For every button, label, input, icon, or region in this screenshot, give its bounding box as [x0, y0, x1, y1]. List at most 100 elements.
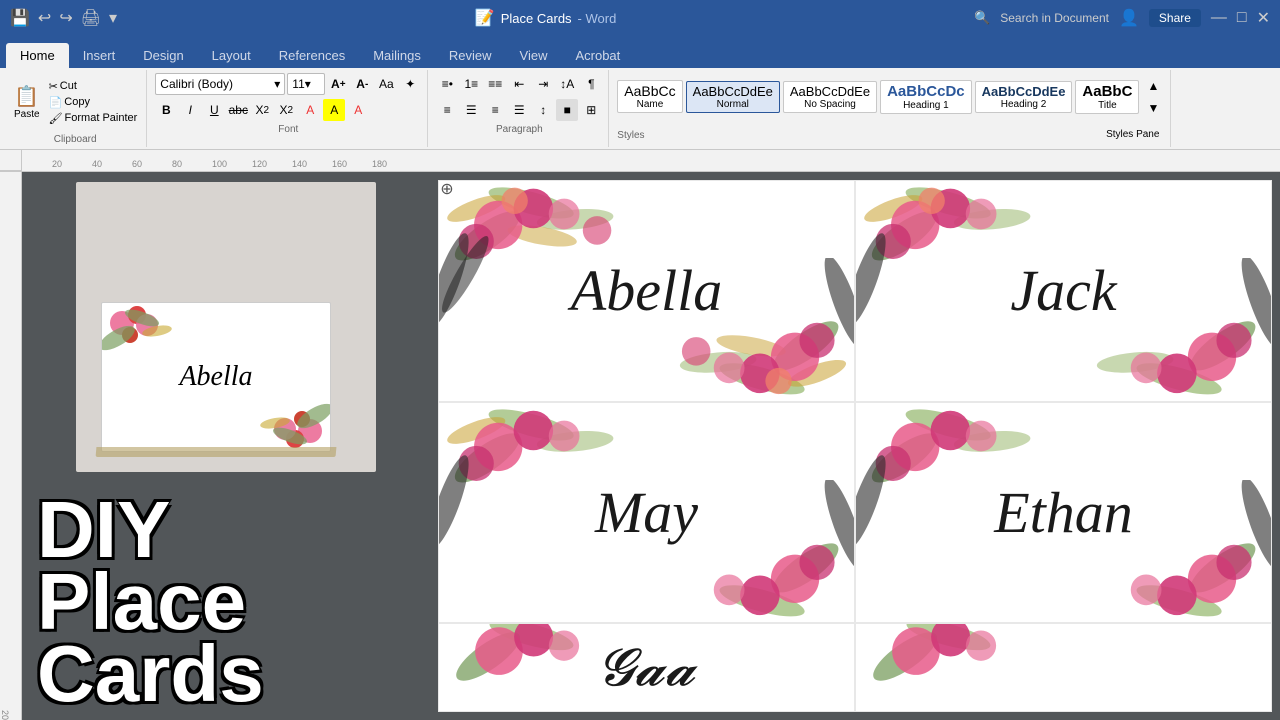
thumb-floral-br — [240, 381, 330, 451]
ruler-120: 120 — [252, 159, 292, 169]
styles-down-btn[interactable]: ▼ — [1142, 97, 1164, 119]
clipboard-group-content: 📋 Paste ✂ Cut 📄 Copy 🖌 Format Painter — [10, 72, 140, 132]
floral-tl-bottom-right — [856, 624, 1084, 711]
font-group: Calibri (Body) ▾ 11 ▾ A+ A- Aa ✦ B I U a… — [149, 70, 428, 147]
card-name-abella: Abella — [571, 257, 722, 324]
ruler-140: 140 — [292, 159, 332, 169]
styles-up-btn[interactable]: ▲ — [1142, 75, 1164, 97]
minimize-button[interactable]: — — [1211, 9, 1227, 27]
card-name-jack: Jack — [1010, 257, 1116, 324]
quick-access-undo[interactable]: ↩ — [38, 8, 51, 28]
justify-btn[interactable]: ☰ — [508, 99, 530, 121]
increase-font-btn[interactable]: A+ — [327, 73, 349, 95]
search-bar[interactable]: Search in Document — [1000, 11, 1109, 25]
maximize-button[interactable]: □ — [1237, 9, 1247, 27]
font-size-select[interactable]: 11 ▾ — [287, 73, 325, 95]
tab-view[interactable]: View — [506, 43, 562, 68]
increase-indent-btn[interactable]: ⇥ — [532, 73, 554, 95]
line-spacing-btn[interactable]: ↕ — [532, 99, 554, 121]
styles-label: Styles — [617, 130, 644, 141]
tab-mailings[interactable]: Mailings — [359, 43, 435, 68]
close-button[interactable]: ✕ — [1257, 8, 1270, 28]
font-row-2: B I U abc X2 X2 A A A — [155, 98, 421, 122]
ruler-180: 180 — [372, 159, 412, 169]
decrease-indent-btn[interactable]: ⇤ — [508, 73, 530, 95]
multilevel-btn[interactable]: ≡≡ — [484, 73, 506, 95]
ribbon-tabs: Home Insert Design Layout References Mai… — [0, 36, 1280, 68]
title-bar-center: 📝 Place Cards - Word — [475, 8, 617, 28]
italic-btn[interactable]: I — [179, 99, 201, 121]
para-row-2: ≡ ☰ ≡ ☰ ↕ ■ ⊞ — [436, 98, 602, 122]
show-hide-btn[interactable]: ¶ — [580, 73, 602, 95]
copy-button[interactable]: 📄 Copy — [46, 95, 141, 110]
title-bar: 💾 ↩ ↪ 🖨 ▾ 📝 Place Cards - Word 🔍 Search … — [0, 0, 1280, 36]
quick-access-save[interactable]: 💾 — [10, 8, 30, 28]
style-heading1[interactable]: AaBbCcDc Heading 1 — [880, 80, 972, 114]
font-color-btn[interactable]: A — [299, 99, 321, 121]
paragraph-label: Paragraph — [496, 124, 543, 135]
title-word-app: - Word — [578, 11, 617, 26]
tab-review[interactable]: Review — [435, 43, 506, 68]
clear-format-btn[interactable]: ✦ — [399, 73, 421, 95]
search-icon[interactable]: 🔍 — [974, 10, 990, 26]
thumbnail-container: Abella — [76, 182, 376, 472]
highlight-btn[interactable]: A — [323, 99, 345, 121]
bold-btn[interactable]: B — [155, 99, 177, 121]
format-painter-button[interactable]: 🖌 Format Painter — [46, 111, 141, 126]
tab-references[interactable]: References — [265, 43, 359, 68]
document-title: Place Cards — [501, 11, 572, 26]
quick-access-print[interactable]: 🖨 — [81, 8, 101, 28]
quick-access-more[interactable]: ▾ — [109, 8, 117, 28]
ruler-corner — [0, 150, 22, 171]
quick-access-redo[interactable]: ↪ — [59, 8, 72, 28]
paragraph-group: ≡• 1≡ ≡≡ ⇤ ⇥ ↕A ¶ ≡ ☰ ≡ ☰ ↕ ■ ⊞ Paragrap… — [430, 70, 609, 147]
cut-button[interactable]: ✂ Cut — [46, 79, 141, 94]
decrease-font-btn[interactable]: A- — [351, 73, 373, 95]
strikethrough-btn[interactable]: abc — [227, 99, 249, 121]
style-heading2[interactable]: AaBbCcDdEe Heading 2 — [975, 81, 1073, 113]
tab-home[interactable]: Home — [6, 43, 69, 68]
share-button[interactable]: Share — [1149, 9, 1201, 27]
bullets-btn[interactable]: ≡• — [436, 73, 458, 95]
subscript-btn[interactable]: X2 — [251, 99, 273, 121]
align-left-btn[interactable]: ≡ — [436, 99, 458, 121]
style-name[interactable]: AaBbCc Name — [617, 80, 682, 113]
font-color-2-btn[interactable]: A — [347, 99, 369, 121]
word-icon: 📝 — [475, 8, 495, 28]
styles-pane-btn[interactable]: Styles Pane — [1101, 123, 1164, 145]
underline-btn[interactable]: U — [203, 99, 225, 121]
ruler-160: 160 — [332, 159, 372, 169]
change-case-btn[interactable]: Aa — [375, 73, 397, 95]
align-right-btn[interactable]: ≡ — [484, 99, 506, 121]
tab-insert[interactable]: Insert — [69, 43, 130, 68]
styles-gallery: AaBbCc Name AaBbCcDdEe Normal AaBbCcDdEe… — [617, 72, 1164, 121]
font-name-select[interactable]: Calibri (Body) ▾ — [155, 73, 285, 95]
style-no-spacing[interactable]: AaBbCcDdEe No Spacing — [783, 81, 877, 113]
ruler-20: 20 — [52, 159, 92, 169]
account-icon[interactable]: 👤 — [1119, 8, 1139, 28]
card-stand — [96, 447, 337, 457]
shading-btn[interactable]: ■ — [556, 99, 578, 121]
card-name-bottom-left-partial: 𝓖𝓪𝓪 — [598, 639, 695, 699]
tab-acrobat[interactable]: Acrobat — [561, 43, 634, 68]
para-row-1: ≡• 1≡ ≡≡ ⇤ ⇥ ↕A ¶ — [436, 72, 602, 96]
align-center-btn[interactable]: ☰ — [460, 99, 482, 121]
add-element-button[interactable]: ⊕ — [440, 182, 454, 196]
place-card-bottom-left: 𝓖𝓪𝓪 — [438, 623, 855, 712]
sort-btn[interactable]: ↕A — [556, 73, 578, 95]
styles-group: AaBbCc Name AaBbCcDdEe Normal AaBbCcDdEe… — [611, 70, 1171, 147]
title-bar-right: 🔍 Search in Document 👤 Share — □ ✕ — [974, 8, 1270, 28]
ribbon-toolbar: 📋 Paste ✂ Cut 📄 Copy 🖌 Format Painter Cl… — [0, 68, 1280, 150]
tab-layout[interactable]: Layout — [198, 43, 265, 68]
style-title[interactable]: AaBbC Title — [1075, 80, 1139, 114]
style-normal[interactable]: AaBbCcDdEe Normal — [686, 81, 780, 113]
left-panel: Abella DIY Place Cards — [22, 172, 430, 720]
font-row-1: Calibri (Body) ▾ 11 ▾ A+ A- Aa ✦ — [155, 72, 421, 96]
superscript-btn[interactable]: X2 — [275, 99, 297, 121]
tab-design[interactable]: Design — [129, 43, 197, 68]
horizontal-ruler: 20 40 60 80 100 120 140 160 180 — [22, 150, 1280, 172]
numbering-btn[interactable]: 1≡ — [460, 73, 482, 95]
paste-button[interactable]: 📋 Paste — [10, 82, 44, 122]
borders-btn[interactable]: ⊞ — [580, 99, 602, 121]
font-group-label: Font — [278, 124, 298, 135]
